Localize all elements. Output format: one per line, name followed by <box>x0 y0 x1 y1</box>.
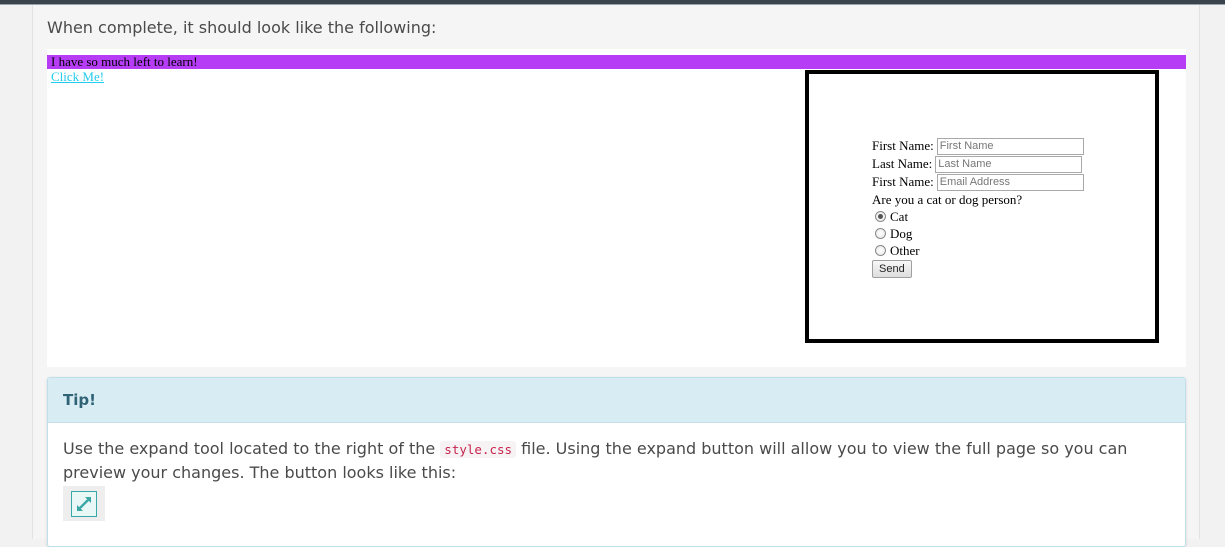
radio-cat-label: Cat <box>890 208 909 224</box>
radio-option-dog[interactable]: Dog <box>872 225 1084 242</box>
expand-icon <box>71 490 97 517</box>
radio-option-other[interactable]: Other <box>872 242 1084 259</box>
preview-panel: I have so much left to learn! Click Me! … <box>47 49 1186 367</box>
intro-text: When complete, it should look like the f… <box>47 18 437 37</box>
expand-button-example <box>63 486 105 521</box>
last-name-label: Last Name: <box>872 156 933 171</box>
radio-dog[interactable] <box>875 228 886 239</box>
radio-other[interactable] <box>875 245 886 256</box>
radio-option-cat[interactable]: Cat <box>872 208 1084 225</box>
form-box: First Name: Last Name: First Name: Are y… <box>805 70 1159 343</box>
tip-text-before: Use the expand tool located to the right… <box>63 439 441 458</box>
tip-card: Tip! Use the expand tool located to the … <box>47 377 1186 547</box>
click-me-link[interactable]: Click Me! <box>51 70 104 84</box>
email-input[interactable] <box>936 173 1084 191</box>
send-button[interactable]: Send <box>872 260 912 278</box>
form-row-last-name: Last Name: <box>872 155 1084 173</box>
radio-cat[interactable] <box>875 211 886 222</box>
first-name-label: First Name: <box>872 138 934 153</box>
radio-other-label: Other <box>890 242 920 258</box>
lesson-content: When complete, it should look like the f… <box>32 5 1200 547</box>
tip-body: Use the expand tool located to the right… <box>48 423 1185 521</box>
form-row-first-name: First Name: <box>872 137 1084 155</box>
pet-question: Are you a cat or dog person? <box>872 192 1023 207</box>
tip-header: Tip! <box>48 378 1185 423</box>
email-label: First Name: <box>872 174 934 189</box>
last-name-input[interactable] <box>935 155 1083 173</box>
tip-title: Tip! <box>63 391 96 409</box>
preview-banner: I have so much left to learn! <box>47 55 1186 69</box>
first-name-input[interactable] <box>936 137 1084 155</box>
signup-form: First Name: Last Name: First Name: Are y… <box>872 137 1084 278</box>
form-row-email: First Name: <box>872 173 1084 191</box>
radio-dog-label: Dog <box>890 225 913 241</box>
tip-text: Use the expand tool located to the right… <box>63 437 1170 484</box>
style-css-code: style.css <box>440 441 517 458</box>
